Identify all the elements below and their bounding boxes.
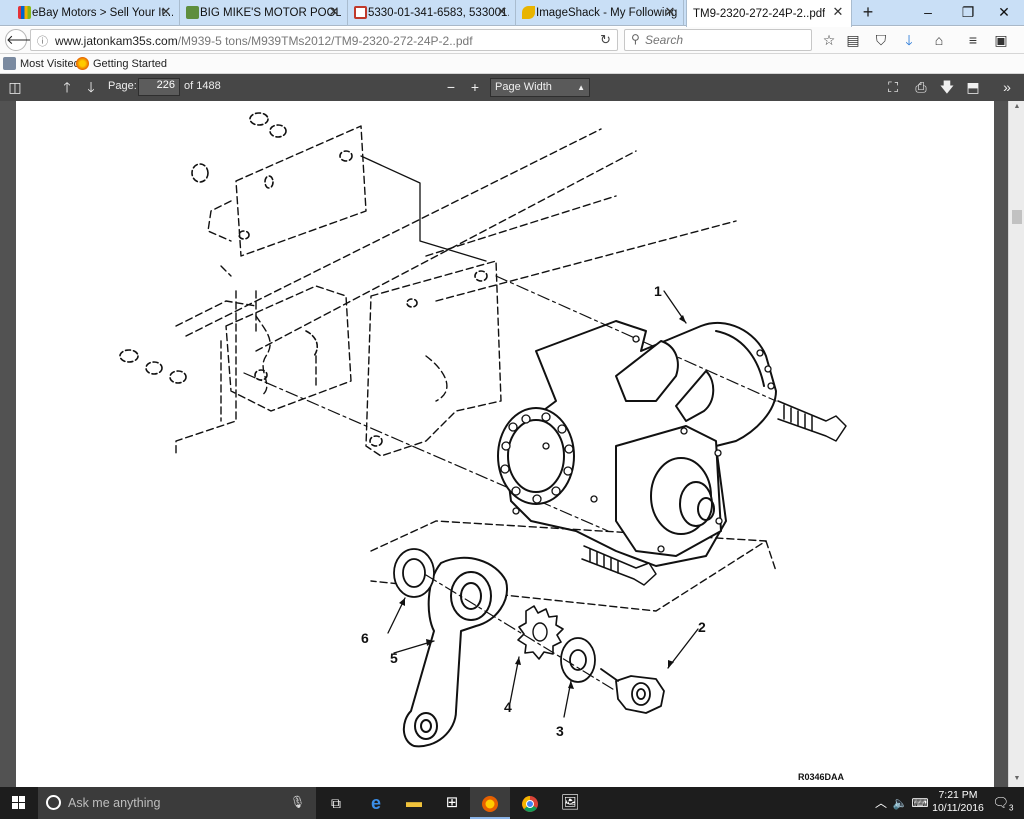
tab-big-mikes[interactable]: BIG MIKE'S MOTOR POOL... ✕	[182, 0, 348, 26]
bookmark-getting-started[interactable]: Getting Started	[76, 56, 167, 72]
reading-list-icon[interactable]: ▤	[842, 30, 864, 50]
gear-bookmark-icon	[3, 57, 16, 70]
store-icon[interactable]: ⊞	[432, 787, 472, 819]
edge-icon[interactable]: e	[356, 787, 396, 819]
ebay-icon	[18, 6, 31, 19]
volume-icon[interactable]: 🔈	[890, 787, 910, 819]
keyboard-icon[interactable]: ⌨	[910, 787, 930, 819]
exploded-parts-diagram	[119, 112, 847, 748]
windows-logo-icon	[12, 796, 25, 809]
download-icon[interactable]: 🡓	[898, 30, 920, 50]
home-icon[interactable]: ⌂	[928, 30, 950, 50]
scrollbar-thumb[interactable]	[1012, 210, 1022, 224]
url-text[interactable]: www.jatonkam35s.com/M939-5 tons/M939TMs2…	[55, 34, 473, 48]
close-icon[interactable]: ✕	[831, 5, 845, 19]
extension-icon[interactable]: ▣	[990, 30, 1012, 50]
callout-3: 3	[556, 723, 564, 739]
cortana-icon	[46, 795, 61, 810]
clock[interactable]: 7:21 PM 10/11/2016	[930, 789, 986, 815]
info-icon[interactable]: ⓘ	[37, 33, 48, 49]
next-page-icon[interactable]: 🡓	[80, 77, 102, 97]
action-center-icon[interactable]: 🗨3	[988, 787, 1018, 819]
pocket-icon[interactable]: ⛉	[870, 30, 892, 50]
firefox-icon	[76, 57, 89, 70]
bookmark-most-visited[interactable]: Most Visited	[3, 56, 80, 72]
print-icon[interactable]: ⎙	[910, 77, 932, 97]
bookmark-star-icon[interactable]: ☆	[818, 30, 840, 50]
menu-icon[interactable]: ≡	[962, 30, 984, 50]
imageshack-icon	[522, 6, 535, 19]
tab-strip: eBay Motors > Sell Your It... ✕ BIG MIKE…	[0, 0, 1024, 27]
save-icon[interactable]: 🡇	[936, 77, 958, 97]
task-view-button[interactable]: ⧉	[316, 787, 356, 819]
taskbar: Ask me anything 🎙 ⧉ e ▬ ⊞ 🖼 ︿ 🔈 ⌨ 7:21 P…	[0, 787, 1024, 819]
presentation-mode-icon[interactable]: ⛶	[882, 77, 904, 97]
close-icon[interactable]: ✕	[663, 5, 677, 19]
url-bar[interactable]: ⓘ www.jatonkam35s.com/M939-5 tons/M939TM…	[30, 29, 618, 51]
new-tab-button[interactable]: +	[858, 2, 878, 22]
microphone-icon[interactable]: 🎙	[290, 795, 305, 809]
page-label: Page:	[108, 80, 137, 92]
figure-code: R0346DAA	[798, 772, 845, 782]
bookmarks-bar: Most Visited Getting Started	[0, 54, 1024, 74]
close-window-button[interactable]: ✕	[984, 0, 1024, 26]
tab-parts[interactable]: 5330-01-341-6583, 533001... ✕	[350, 0, 516, 26]
pdf-viewer[interactable]: 1 2 3 4 5 6 R0346DAA ▲ ▼	[0, 101, 1024, 787]
vertical-scrollbar[interactable]: ▲ ▼	[1008, 101, 1024, 787]
page-count: of 1488	[184, 80, 221, 92]
firefox-taskbar-icon[interactable]	[470, 787, 510, 819]
chrome-logo-icon	[522, 795, 538, 812]
chrome-icon[interactable]	[510, 787, 550, 819]
zoom-select[interactable]: Page Width▲▼	[490, 78, 590, 109]
pdf-toolbar: ◫ 🡑 🡓 Page: 226 of 1488 − + Page Width▲▼…	[0, 74, 1024, 109]
zoom-in-icon[interactable]: +	[464, 77, 486, 97]
reload-icon[interactable]: ↻	[600, 32, 611, 48]
minimize-button[interactable]: –	[908, 0, 948, 26]
photos-icon[interactable]: 🖼	[550, 787, 590, 819]
bookmark-view-icon[interactable]: ⬒	[962, 77, 984, 97]
back-button[interactable]: 🡐	[5, 29, 41, 51]
search-icon: ⚲	[631, 32, 640, 46]
scroll-down-icon[interactable]: ▼	[1012, 775, 1022, 785]
callout-6: 6	[361, 630, 369, 646]
scroll-up-icon[interactable]: ▲	[1012, 103, 1022, 113]
page-number-input[interactable]: 226	[138, 78, 180, 96]
tab-pdf-active[interactable]: TM9-2320-272-24P-2..pdf ✕	[686, 0, 852, 27]
tools-icon[interactable]: »	[996, 77, 1018, 97]
callout-1: 1	[654, 283, 662, 299]
close-icon[interactable]: ✕	[327, 5, 341, 19]
firefox-logo-icon	[482, 795, 498, 812]
search-input[interactable]	[645, 32, 805, 48]
shopify-icon	[186, 6, 199, 19]
zoom-out-icon[interactable]: −	[440, 77, 462, 97]
parts-icon	[354, 6, 367, 19]
tab-ebay[interactable]: eBay Motors > Sell Your It... ✕	[14, 0, 180, 26]
sidebar-toggle-icon[interactable]: ◫	[4, 77, 26, 97]
file-explorer-icon[interactable]: ▬	[394, 787, 434, 819]
close-icon[interactable]: ✕	[159, 5, 173, 19]
close-icon[interactable]: ✕	[495, 5, 509, 19]
previous-page-icon[interactable]: 🡑	[56, 77, 78, 97]
callout-5: 5	[390, 650, 398, 666]
search-bar[interactable]: ⚲	[624, 29, 812, 51]
tray-chevron-icon[interactable]: ︿	[872, 787, 890, 819]
start-button[interactable]	[0, 787, 38, 819]
cortana-search-box[interactable]: Ask me anything 🎙	[38, 787, 316, 819]
restore-button[interactable]: ❐	[948, 0, 988, 26]
nav-bar: 🡐 ⓘ www.jatonkam35s.com/M939-5 tons/M939…	[0, 27, 1024, 54]
tab-imageshack[interactable]: ImageShack - My Following ✕	[518, 0, 684, 26]
callout-4: 4	[504, 699, 512, 715]
pdf-page: 1 2 3 4 5 6 R0346DAA	[16, 101, 994, 787]
callout-2: 2	[698, 619, 706, 635]
